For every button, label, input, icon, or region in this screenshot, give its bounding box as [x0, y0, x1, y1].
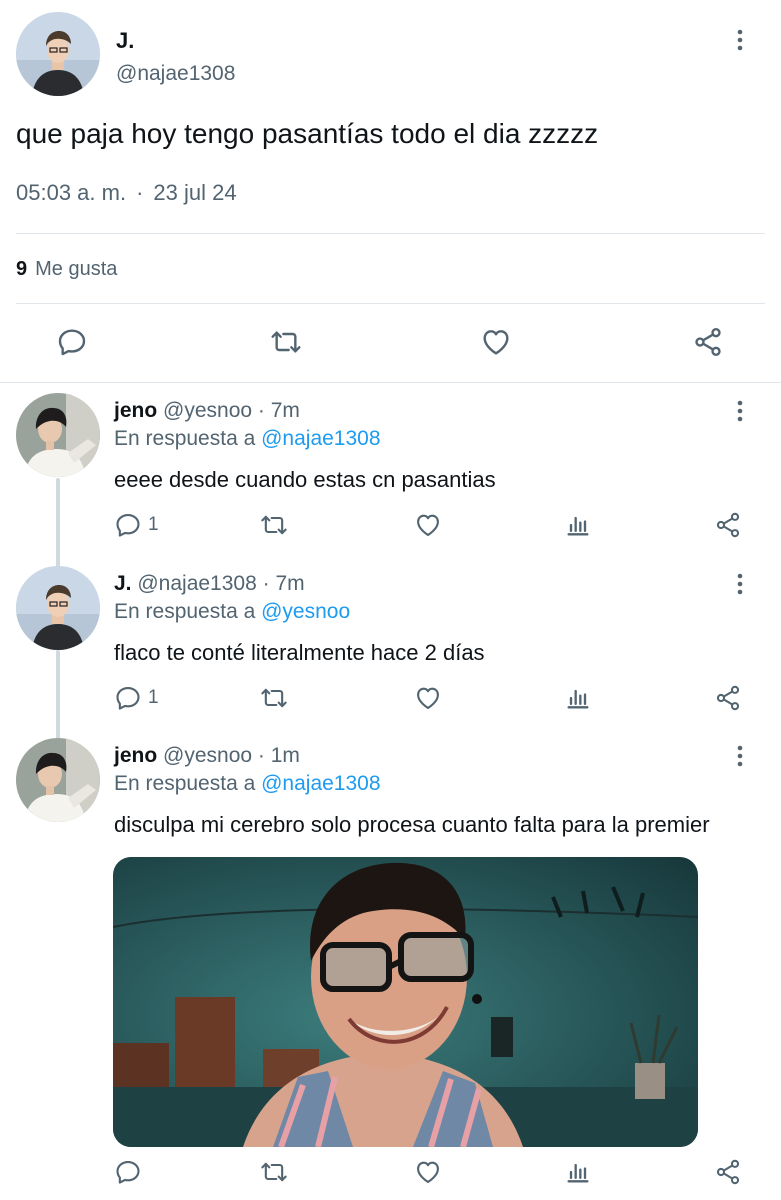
reply-time: · 7m [262, 572, 305, 595]
retweet-icon[interactable] [260, 511, 288, 539]
tweet-time[interactable]: 05:03 a. m. [16, 180, 126, 205]
divider [16, 303, 765, 304]
reply-count: 1 [148, 514, 159, 535]
main-tweet: J. @najae1308 que paja hoy tengo pasantí… [0, 0, 781, 383]
reply-tweet[interactable]: jeno @yesnoo · 7m En respuesta a @najae1… [0, 383, 781, 555]
more-options-icon[interactable] [736, 399, 744, 423]
meta-separator: · [136, 180, 144, 205]
tweet-meta: 05:03 a. m. · 23 jul 24 [16, 180, 237, 206]
retweet-button[interactable] [260, 1158, 288, 1186]
like-icon[interactable] [414, 1158, 442, 1186]
reply-header: J. @najae1308 · 7m [114, 572, 305, 596]
likes-count: 9 [16, 258, 28, 280]
more-options-icon[interactable] [736, 28, 744, 52]
replying-to-label: En respuesta a [114, 600, 256, 623]
handle[interactable]: @yesnoo [163, 744, 252, 767]
avatar[interactable] [16, 393, 100, 477]
views-button[interactable] [564, 684, 592, 712]
divider [16, 233, 765, 234]
likes-summary[interactable]: 9 Me gusta [16, 258, 117, 281]
like-button[interactable] [414, 684, 442, 712]
reply-icon[interactable] [56, 326, 88, 358]
retweet-button[interactable] [260, 511, 288, 539]
reply-text: eeee desde cuando estas cn pasantias [114, 467, 496, 492]
handle[interactable]: @najae1308 [137, 572, 256, 595]
retweet-icon[interactable] [260, 684, 288, 712]
replying-to-link[interactable]: @najae1308 [261, 427, 380, 450]
replying-to-link[interactable]: @yesnoo [261, 600, 350, 623]
replying-to: En respuesta a @yesnoo [114, 600, 350, 624]
reply-icon[interactable] [114, 511, 142, 539]
reply-text: flaco te conté literalmente hace 2 días [114, 640, 485, 665]
retweet-button[interactable] [260, 684, 288, 712]
replying-to: En respuesta a @najae1308 [114, 772, 381, 796]
more-options-icon[interactable] [736, 572, 744, 596]
share-icon[interactable] [692, 326, 724, 358]
handle[interactable]: @najae1308 [116, 62, 235, 86]
stats-icon[interactable] [564, 1158, 592, 1186]
stats-icon[interactable] [564, 684, 592, 712]
like-button[interactable] [414, 511, 442, 539]
tweet-date[interactable]: 23 jul 24 [153, 180, 236, 205]
like-icon[interactable] [480, 326, 512, 358]
share-icon[interactable] [714, 1158, 742, 1186]
display-name[interactable]: jeno [114, 399, 157, 422]
tweet-text: que paja hoy tengo pasantías todo el dia… [16, 118, 599, 149]
replying-to: En respuesta a @najae1308 [114, 427, 381, 451]
share-icon[interactable] [714, 684, 742, 712]
display-name[interactable]: J. [114, 572, 132, 595]
reply-time: · 1m [257, 744, 300, 767]
retweet-icon[interactable] [270, 326, 302, 358]
display-name[interactable]: jeno [114, 744, 157, 767]
attached-photo[interactable] [113, 857, 698, 1147]
share-icon[interactable] [714, 511, 742, 539]
avatar[interactable] [16, 566, 100, 650]
reply-header: jeno @yesnoo · 7m [114, 399, 300, 423]
like-icon[interactable] [414, 684, 442, 712]
reply-text: disculpa mi cerebro solo procesa cuanto … [114, 812, 710, 837]
share-button[interactable] [714, 684, 742, 712]
reply-time: · 7m [257, 399, 300, 422]
replying-to-label: En respuesta a [114, 772, 256, 795]
views-button[interactable] [564, 511, 592, 539]
stats-icon[interactable] [564, 511, 592, 539]
retweet-icon[interactable] [260, 1158, 288, 1186]
display-name[interactable]: J. [116, 28, 134, 54]
avatar[interactable] [16, 12, 100, 96]
replying-to-link[interactable]: @najae1308 [261, 772, 380, 795]
reply-actions: 1 [114, 684, 744, 714]
like-button[interactable] [414, 1158, 442, 1186]
share-button[interactable] [714, 511, 742, 539]
views-button[interactable] [564, 1158, 592, 1186]
share-button[interactable] [714, 1158, 742, 1186]
handle[interactable]: @yesnoo [163, 399, 252, 422]
reply-button[interactable] [114, 1158, 142, 1186]
reply-button[interactable]: 1 [114, 684, 159, 712]
reply-actions [114, 1158, 744, 1188]
reply-tweet[interactable]: J. @najae1308 · 7m En respuesta a @yesno… [0, 556, 781, 728]
more-options-icon[interactable] [736, 744, 744, 768]
reply-button[interactable]: 1 [114, 511, 159, 539]
reply-count: 1 [148, 687, 159, 708]
reply-actions: 1 [114, 511, 744, 541]
reply-icon[interactable] [114, 684, 142, 712]
like-icon[interactable] [414, 511, 442, 539]
avatar[interactable] [16, 738, 100, 822]
reply-icon[interactable] [114, 1158, 142, 1186]
likes-label: Me gusta [35, 258, 118, 280]
reply-header: jeno @yesnoo · 1m [114, 744, 300, 768]
replying-to-label: En respuesta a [114, 427, 256, 450]
